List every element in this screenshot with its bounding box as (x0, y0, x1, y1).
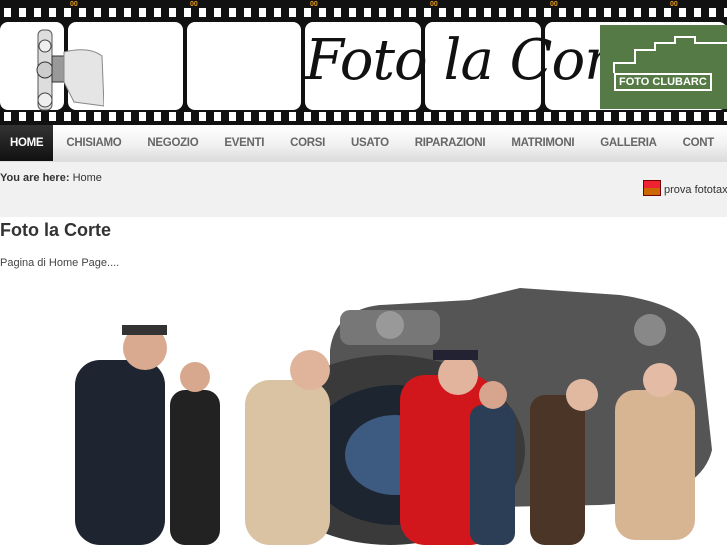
breadcrumb-bar: You are here: Home prova fototax (0, 162, 727, 217)
prova-fototax-label[interactable]: prova fototax (664, 184, 727, 196)
nav-corsi[interactable]: CORSI (277, 125, 338, 161)
group-photo-camera-image (75, 288, 712, 545)
film-mark: 00 (550, 1, 558, 8)
image-thumbnail-icon (643, 180, 661, 196)
film-sprockets-bottom (0, 112, 727, 121)
film-mark: 00 (310, 1, 318, 8)
film-sprockets-top (0, 8, 727, 17)
intro-text: Pagina di Home Page.... (0, 257, 120, 269)
film-mark: 00 (670, 1, 678, 8)
header-banner: 00 00 00 00 00 00 Foto la Corte FOTO CLU… (0, 0, 727, 125)
nav-matrimoni[interactable]: MATRIMONI (498, 125, 587, 161)
nav-chisiamo[interactable]: CHISIAMO (53, 125, 134, 161)
nav-eventi[interactable]: EVENTI (211, 125, 277, 161)
foto-club-logo[interactable]: FOTO CLUBARC (600, 25, 727, 109)
breadcrumb-label: You are here: (0, 172, 70, 184)
nav-riparazioni[interactable]: RIPARAZIONI (402, 125, 499, 161)
vintage-camera-icon (36, 29, 104, 111)
film-mark: 00 (430, 1, 438, 8)
breadcrumb: You are here: Home (0, 172, 102, 184)
prova-fototax-link[interactable]: prova fototax (643, 180, 727, 196)
breadcrumb-current: Home (72, 172, 102, 184)
film-frame (187, 22, 301, 110)
nav-galleria[interactable]: GALLERIA (587, 125, 669, 161)
nav-home[interactable]: HOME (0, 125, 54, 161)
main-nav: HOME CHISIAMO NEGOZIO EVENTI CORSI USATO… (0, 125, 727, 162)
page-title: Foto la Corte (0, 220, 111, 240)
nav-contatti[interactable]: CONT (670, 125, 727, 161)
film-mark: 00 (70, 1, 78, 8)
nav-usato[interactable]: USATO (338, 125, 402, 161)
castle-outline-icon (613, 36, 727, 73)
nav-negozio[interactable]: NEGOZIO (134, 125, 211, 161)
film-mark: 00 (190, 1, 198, 8)
